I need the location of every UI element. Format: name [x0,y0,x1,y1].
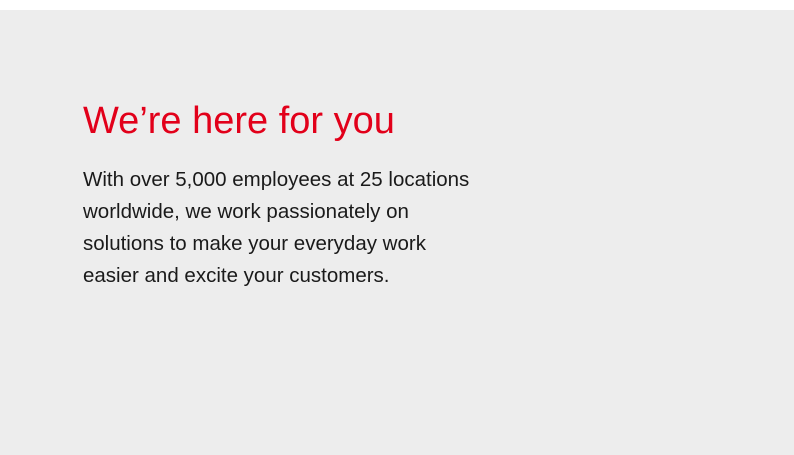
section-heading: We’re here for you [83,100,395,142]
description-line-3: solutions to make your everyday work [83,232,426,255]
content-block: We’re here for you With over 5,000 emplo… [83,98,683,292]
description-line-1: With over 5,000 employees at 25 location… [83,168,470,191]
section-description: With over 5,000 employees at 25 location… [83,164,663,292]
description-line-2: worldwide, we work passionately on [83,200,409,223]
description-line-4: easier and excite your customers. [83,264,390,287]
page: We’re here for you With over 5,000 emplo… [0,0,794,455]
